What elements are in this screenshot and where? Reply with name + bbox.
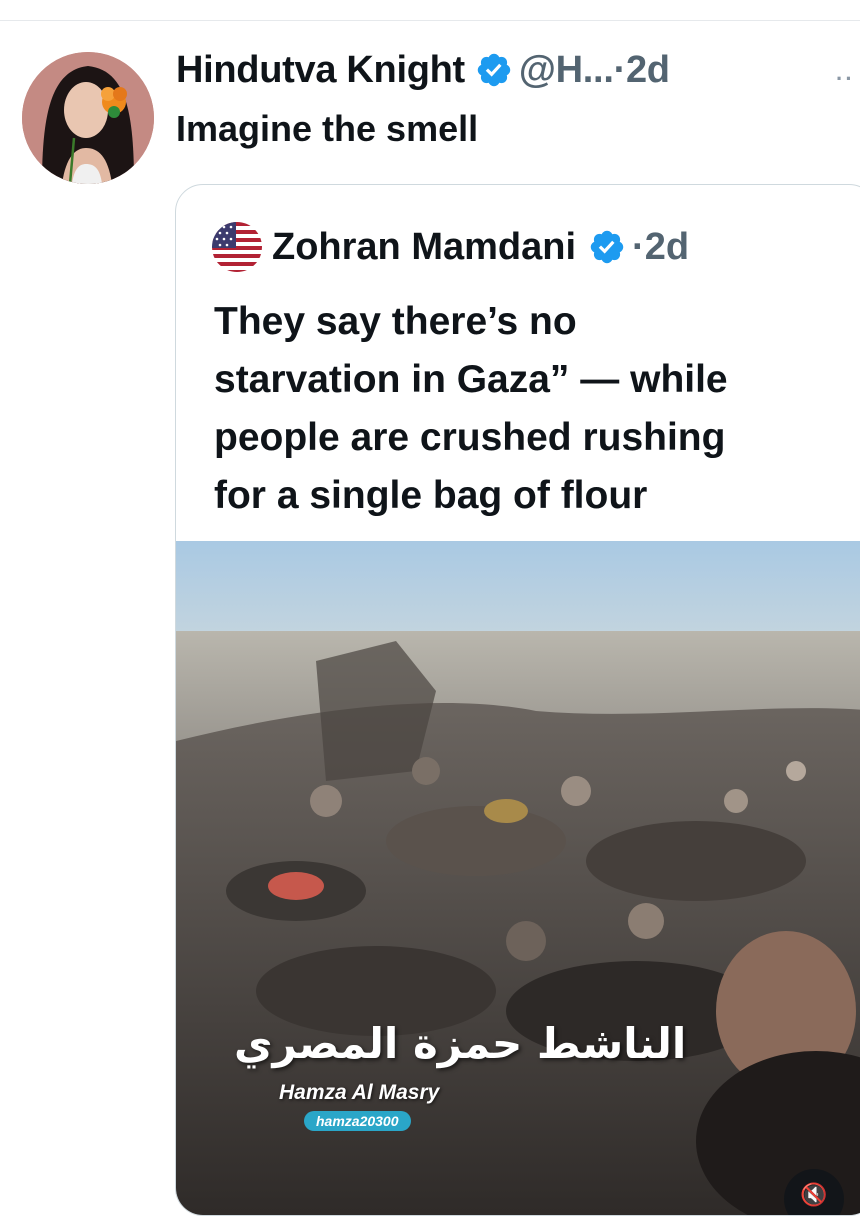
tweet-header: Hindutva Knight @H... · 2d [176, 46, 670, 94]
quoted-tweet-card[interactable]: Zohran Mamdani · 2d They say there’s no … [175, 184, 860, 1216]
quoted-timestamp[interactable]: 2d [645, 226, 689, 269]
more-options-icon[interactable]: ·· [836, 66, 855, 92]
video-watermark-handle: hamza20300 [304, 1111, 411, 1131]
separator-dot: · [613, 48, 627, 91]
author-handle[interactable]: @H... [519, 49, 614, 92]
video-watermark-arabic: الناشط حمزة المصري [234, 1019, 687, 1068]
tweet-timestamp[interactable]: 2d [626, 49, 670, 92]
top-divider [0, 20, 860, 21]
quoted-tweet-video[interactable]: الناشط حمزة المصري Hamza Al Masry hamza2… [176, 541, 860, 1215]
quoted-author-name[interactable]: Zohran Mamdani [272, 226, 576, 269]
quoted-tweet-header: Zohran Mamdani · 2d [212, 222, 689, 272]
author-name[interactable]: Hindutva Knight [176, 49, 465, 92]
verified-badge-icon [475, 51, 513, 89]
video-frame [176, 541, 860, 1215]
separator-dot: · [632, 225, 645, 268]
quoted-tweet-text: They say there’s no starvation in Gaza” … [214, 300, 728, 517]
verified-badge-icon [588, 228, 626, 266]
tweet-text: Imagine the smell [176, 108, 479, 149]
us-flag-icon [212, 222, 262, 272]
author-avatar[interactable] [22, 52, 154, 184]
video-watermark-name: Hamza Al Masry [279, 1081, 440, 1104]
